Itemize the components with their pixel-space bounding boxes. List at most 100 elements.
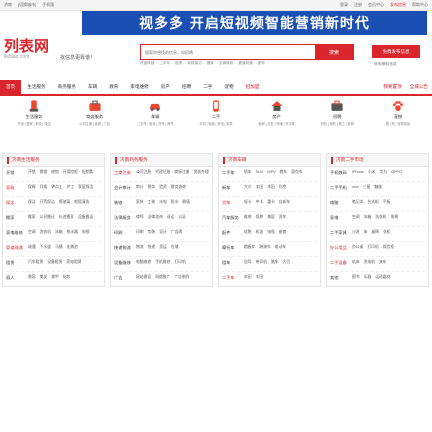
free-post-button[interactable]: 免费发布信息 [372,45,420,58]
category-link[interactable]: 华为 [379,170,387,175]
category-link[interactable]: 魅族 [374,185,382,190]
nav-item-business[interactable]: 商务服务 [52,80,82,94]
category-link[interactable]: MPV [267,170,275,175]
row-label[interactable]: 保洁 [6,200,28,206]
category-link[interactable]: 维修 [244,215,252,220]
category-link[interactable]: 洗衣机 [375,215,386,220]
category-link[interactable]: 仓储 [171,245,179,250]
panel-header[interactable]: 济南二手市场 [327,154,428,167]
category-link[interactable]: 洗衣机 [40,230,51,235]
category-link[interactable]: 带司机 [256,260,267,265]
category-link[interactable]: 开保险柜 [63,170,78,175]
category-link[interactable]: 财务咨询 [171,185,186,190]
category-link[interactable]: 笔记本 [352,200,363,205]
hot-word[interactable]: 开锁换锁 [140,61,154,66]
category-link[interactable]: 下水道 [40,245,51,250]
row-label[interactable]: 管道疏通 [6,245,28,251]
category-link[interactable]: 跨骑车 [259,245,270,250]
category-life[interactable]: 生活服务 开锁 | 搬家 | 家政 | 保洁 [6,97,62,145]
mobile-link[interactable]: 手机版 [42,2,54,8]
category-link[interactable]: 座套 [279,230,287,235]
category-link[interactable]: 律师 [136,215,144,220]
nav-item-franchise[interactable]: 招加盟 [240,80,266,94]
category-link[interactable]: 资质办理 [194,170,209,175]
row-label[interactable]: 二手车 [222,275,244,281]
top-listing-link[interactable]: 我要置顶 [383,84,401,90]
category-link[interactable]: 家庭保洁 [78,185,93,190]
hot-word[interactable]: 二手车 [159,61,170,66]
category-link[interactable]: 电视 [82,230,90,235]
category-link[interactable]: 设备搬运 [78,215,93,220]
category-link[interactable]: 工装 [148,200,156,205]
category-link[interactable]: 擦玻璃 [59,200,70,205]
row-label[interactable]: 二手设备 [330,260,352,266]
category-business[interactable]: 商务服务 公司注册 | 装修 | 广告 [67,97,123,145]
nav-item-education[interactable]: 教育 [103,80,124,94]
category-house[interactable]: 房产 租房 | 出售 | 商铺 | 写字楼 [249,97,305,145]
category-link[interactable]: 沙发 [352,230,360,235]
category-link[interactable]: 婚车 [271,260,279,265]
category-secondhand[interactable]: 二手 手机 | 电脑 | 家电 | 家具 [188,97,244,145]
nav-item-home[interactable]: 首页 [0,80,22,94]
nav-item-secondhand[interactable]: 二手 [197,80,218,94]
hot-word[interactable]: 宽带 [258,61,265,66]
category-link[interactable]: 防水 [171,200,179,205]
hot-word[interactable]: 搬家 [207,61,214,66]
category-link[interactable]: 美容 [267,215,275,220]
category-link[interactable]: 印刷 [136,230,144,235]
category-link[interactable]: 自驾 [244,260,252,265]
nav-item-cars[interactable]: 车辆 [82,80,103,94]
category-link[interactable]: 冰箱 [55,230,63,235]
row-label[interactable]: 设备维修 [114,260,136,266]
category-link[interactable]: 轮胎 [244,230,252,235]
category-link[interactable]: 小米 [368,170,376,175]
row-label[interactable]: 家电 [330,215,352,221]
category-link[interactable]: 台式机 [367,200,378,205]
hot-word[interactable]: 租房 [175,61,182,66]
category-link[interactable]: 空调 [352,215,360,220]
category-link[interactable]: 刷墙 [182,200,190,205]
category-link[interactable]: 税务 [148,185,156,190]
category-link[interactable]: 自卸车 [279,200,290,205]
category-link[interactable]: 代理记账 [155,170,170,175]
nav-item-life[interactable]: 生活服务 [21,80,51,94]
category-link[interactable]: 诉讼 [167,215,175,220]
row-label[interactable]: 新车 [222,185,244,191]
category-link[interactable]: 化妆 [63,275,71,280]
category-link[interactable]: 中卡 [256,200,264,205]
category-link[interactable]: 桌椅 [371,230,379,235]
nav-item-pets[interactable]: 宠物 [218,80,239,94]
category-link[interactable]: 面包车 [291,170,302,175]
category-link[interactable]: 打印机 [174,260,185,265]
category-link[interactable]: 化粪池 [67,245,78,250]
category-link[interactable]: 保洁 [28,200,36,205]
category-link[interactable]: 设备租赁 [47,260,62,265]
ad-banner[interactable]: 视多多 开启短视频智能营销新时代 [82,11,427,35]
category-link[interactable]: 别克 [279,185,287,190]
category-link[interactable]: 床 [364,230,368,235]
nav-item-house[interactable]: 房产 [155,80,176,94]
category-link[interactable]: 叉车 [379,260,387,265]
row-label[interactable]: 会计审计 [114,185,136,191]
category-link[interactable]: 汽车租赁 [28,260,43,265]
panel-header[interactable]: 济南车辆 [219,154,320,167]
row-label[interactable]: 其他 [330,275,352,281]
category-link[interactable]: 轿车 [244,170,252,175]
category-link[interactable]: 热水器 [67,230,78,235]
category-link[interactable]: 踏板车 [244,245,255,250]
category-pets[interactable]: 宠物 猫 | 狗 | 宠物用品 [370,97,426,145]
category-link[interactable]: 大众 [244,185,252,190]
category-link[interactable]: 搬家 [28,215,36,220]
nav-item-jobs[interactable]: 招聘 [176,80,197,94]
category-link[interactable]: 物流 [136,245,144,250]
row-label[interactable]: 办公用品 [330,245,352,251]
category-link[interactable]: 广告制作 [174,275,189,280]
row-label[interactable]: 租车 [222,260,244,266]
announcement-link[interactable]: 全城公告 [410,84,428,90]
help-link[interactable]: 帮助中心 [412,2,428,8]
hot-word[interactable]: 家政保洁 [187,61,201,66]
category-link[interactable]: 跑车 [280,170,288,175]
category-cars[interactable]: 车辆 二手车 | 租车 | 货车 | 摩托 [127,97,183,145]
category-link[interactable]: 长途搬家 [59,215,74,220]
category-link[interactable]: 平板 [383,200,391,205]
